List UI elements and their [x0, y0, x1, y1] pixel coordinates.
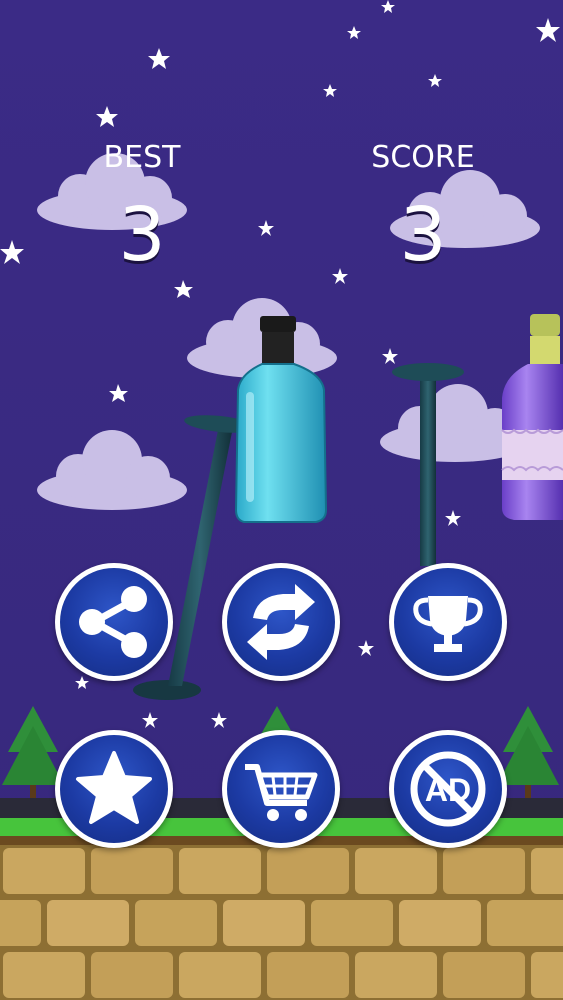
cart-icon [245, 764, 318, 821]
shop-button[interactable] [222, 730, 340, 848]
ground-bricks [0, 845, 563, 1000]
score-label: SCORE [371, 140, 475, 175]
rate-button[interactable] [55, 730, 173, 848]
leaderboard-button[interactable] [389, 563, 507, 681]
remove-ads-button[interactable]: AD [389, 730, 507, 848]
best-label: BEST [103, 140, 181, 175]
no-ads-icon: AD [410, 751, 486, 827]
share-button[interactable] [55, 563, 173, 681]
share-icon [79, 586, 147, 658]
restart-button[interactable] [222, 563, 340, 681]
score-value: 3 [399, 192, 447, 278]
star-icon [76, 751, 152, 824]
best-value: 3 [118, 192, 166, 278]
refresh-icon [247, 584, 315, 660]
trophy-icon [413, 596, 483, 652]
